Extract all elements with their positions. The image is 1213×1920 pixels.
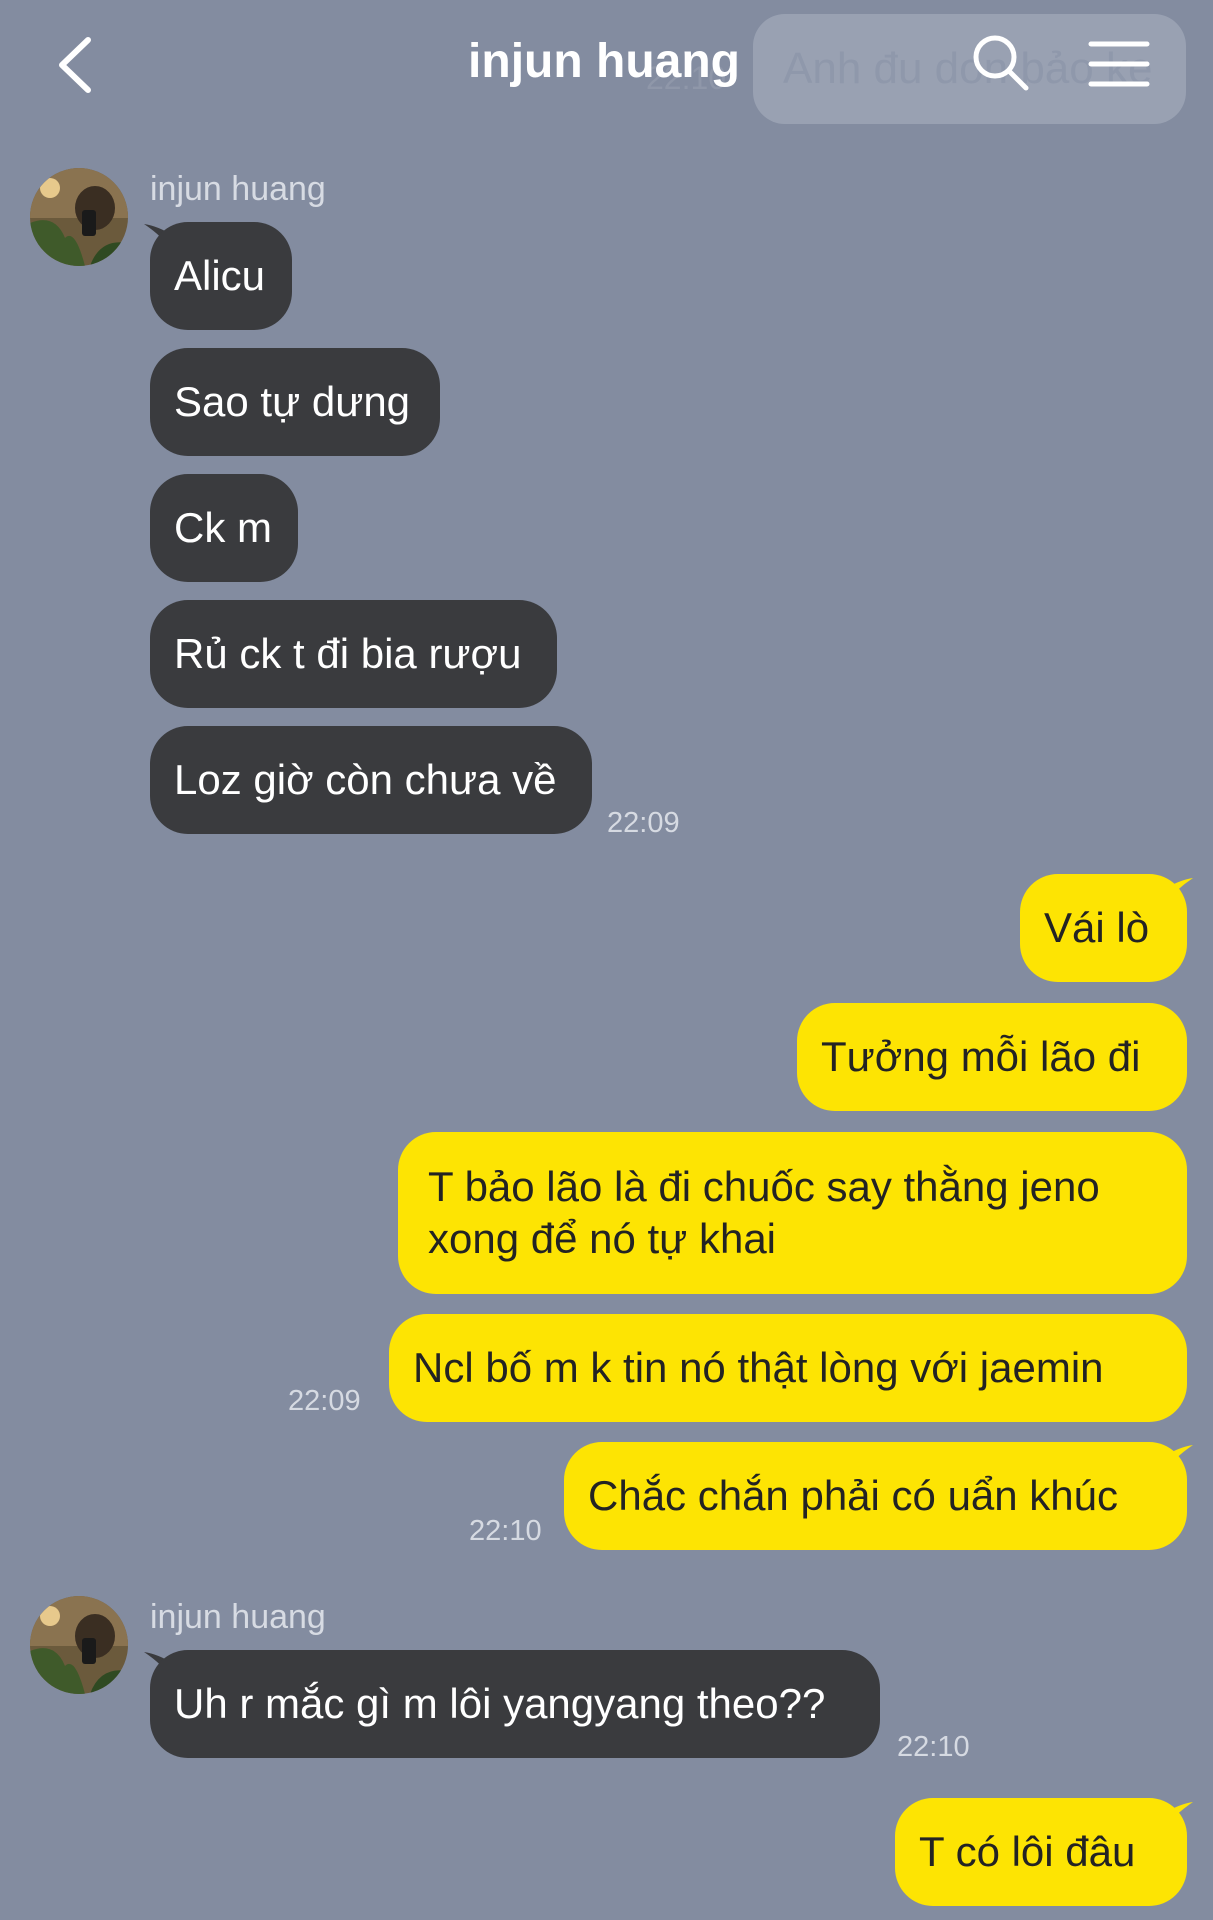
sender-name: injun huang [150,1598,326,1636]
chevron-left-icon [59,37,91,93]
message-time: 22:10 [469,1515,542,1547]
outgoing-message[interactable]: Ncl bố m k tin nó thật lòng với jaemin [389,1314,1187,1422]
outgoing-message[interactable]: T có lôi đâu [895,1798,1187,1906]
outgoing-message[interactable]: T bảo lão là đi chuốc say thằng jeno xon… [398,1132,1187,1294]
message-time: 22:09 [607,807,680,839]
incoming-message[interactable]: Sao tự dưng [150,348,440,456]
sender-name: injun huang [150,170,326,208]
outgoing-message[interactable]: Vái lò [1020,874,1187,982]
outgoing-message[interactable]: Chắc chắn phải có uẩn khúc [564,1442,1187,1550]
incoming-message[interactable]: Loz giờ còn chưa về [150,726,592,834]
menu-button[interactable] [1088,40,1150,88]
search-icon [973,35,1029,91]
avatar[interactable] [30,1596,128,1694]
avatar[interactable] [30,168,128,266]
incoming-message[interactable]: Rủ ck t đi bia rượu [150,600,557,708]
incoming-message[interactable]: Uh r mắc gì m lôi yangyang theo?? [150,1650,880,1758]
outgoing-message[interactable]: Tưởng mỗi lão đi [797,1003,1187,1111]
chat-title: injun huang [468,35,740,88]
hamburger-menu-icon [1088,41,1150,87]
message-time: 22:10 [897,1731,970,1763]
avatar-photo [30,168,128,266]
avatar-photo [30,1596,128,1694]
message-time: 22:09 [288,1385,361,1417]
incoming-message[interactable]: Ck m [150,474,298,582]
incoming-message[interactable]: Alicu [150,222,292,330]
back-button[interactable] [54,36,104,94]
search-button[interactable] [970,32,1030,92]
